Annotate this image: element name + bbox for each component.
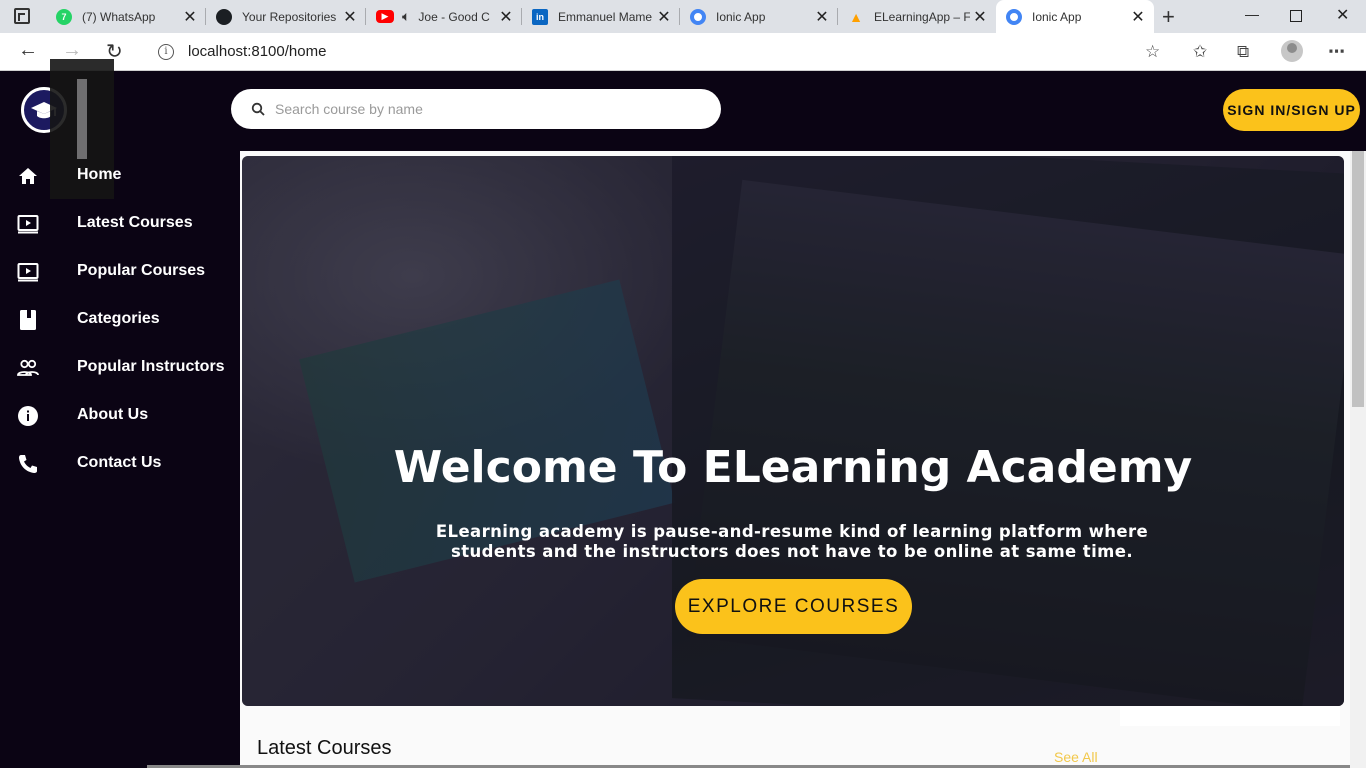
sidebar-item-label: Popular Courses [77, 262, 206, 279]
sidebar-item-label: Contact Us [77, 454, 162, 471]
whatsapp-icon: 7 [56, 8, 72, 25]
new-tab-icon[interactable]: + [1162, 4, 1175, 30]
see-all-link[interactable]: See All [1054, 749, 1098, 765]
youtube-icon: ▶ [376, 10, 394, 23]
video-icon [17, 263, 39, 282]
hero-banner: Welcome To ELearning Academy ELearning a… [242, 156, 1344, 706]
tab-title: Emmanuel Mame [558, 9, 653, 24]
linkedin-icon: in [532, 8, 548, 25]
favorites-icon[interactable]: ✩ [1193, 42, 1207, 62]
minimize-icon[interactable]: — [1245, 6, 1259, 22]
sidebar-item-label: Popular Instructors [77, 358, 225, 375]
browser-tab-firebase[interactable]: ▲ ELearningApp – F ✕ [838, 0, 996, 33]
browser-tab-ionic[interactable]: Ionic App ✕ [680, 0, 838, 33]
page-scrollbar[interactable] [1350, 151, 1366, 768]
sidebar-menu: Home Latest Courses Popular Courses Cate… [0, 151, 240, 487]
tab-title: Ionic App [1032, 9, 1082, 24]
sidebar-item-contact-us[interactable]: Contact Us [0, 439, 240, 487]
browser-tab-ionic-active[interactable]: Ionic App ✕ [996, 0, 1154, 33]
close-tab-icon[interactable]: ✕ [654, 7, 674, 27]
sidebar-item-label: Home [77, 166, 122, 183]
address-bar: ← → ↻ i localhost:8100/home ☆ ✩ ⧉ ⋯ [0, 33, 1366, 71]
course-search-bar[interactable] [231, 89, 721, 129]
sidebar-item-latest-courses[interactable]: Latest Courses [0, 199, 240, 247]
ionic-icon [1006, 8, 1022, 25]
ionic-icon [690, 8, 706, 25]
browser-tab-linkedin[interactable]: in Emmanuel Mame ✕ [522, 0, 680, 33]
speaker-icon[interactable]: 🔈︎ [402, 8, 410, 25]
close-tab-icon[interactable]: ✕ [496, 7, 516, 27]
phone-icon [19, 455, 37, 473]
site-info-icon[interactable]: i [158, 43, 174, 60]
search-icon [251, 102, 265, 116]
card-edge [1120, 706, 1340, 726]
close-tab-icon[interactable]: ✕ [812, 7, 832, 27]
people-icon [17, 359, 39, 376]
sidebar-item-categories[interactable]: Categories [0, 295, 240, 343]
main-content: Welcome To ELearning Academy ELearning a… [240, 151, 1350, 768]
app-root: SIGN IN/SIGN UP Home Latest Courses Popu… [0, 59, 1366, 768]
tab-title: ELearningApp – F [874, 9, 970, 24]
profile-avatar[interactable] [1281, 40, 1303, 62]
tab-actions-icon[interactable] [14, 8, 30, 24]
browser-tab-youtube[interactable]: ▶ 🔈︎ Joe - Good C ✕ [366, 0, 522, 33]
back-icon[interactable]: ← [18, 39, 38, 62]
tab-title: Joe - Good C [418, 9, 490, 24]
url-text: localhost:8100/home [188, 43, 327, 60]
close-window-icon[interactable]: ✕ [1336, 5, 1349, 25]
close-tab-icon[interactable]: ✕ [180, 7, 200, 27]
close-tab-icon[interactable]: ✕ [1128, 7, 1148, 27]
collections-icon[interactable]: ⧉ [1237, 42, 1249, 62]
sidebar-item-label: About Us [77, 406, 149, 423]
tab-title: Your Repositories [242, 9, 337, 24]
add-favorite-icon[interactable]: ☆ [1145, 42, 1160, 62]
hero-title: Welcome To ELearning Academy [393, 442, 1193, 493]
url-field[interactable]: i localhost:8100/home [144, 36, 1174, 67]
tab-title: Ionic App [716, 9, 766, 24]
sidebar-scroll-thumb[interactable] [77, 79, 87, 159]
page-scroll-thumb[interactable] [1352, 151, 1364, 407]
browser-tab-whatsapp[interactable]: 7 (7) WhatsApp ✕ [46, 0, 206, 33]
explore-courses-button[interactable]: EXPLORE COURSES [675, 579, 912, 634]
latest-courses-heading: Latest Courses [257, 737, 392, 759]
info-icon [18, 406, 38, 426]
close-tab-icon[interactable]: ✕ [340, 7, 360, 27]
sign-in-button[interactable]: SIGN IN/SIGN UP [1223, 89, 1360, 131]
browser-tab-bar: 7 (7) WhatsApp ✕ Your Repositories ✕ ▶ 🔈… [0, 0, 1366, 33]
hero-subtitle: ELearning academy is pause-and-resume ki… [435, 522, 1149, 561]
close-tab-icon[interactable]: ✕ [970, 7, 990, 27]
firebase-icon: ▲ [849, 8, 863, 25]
home-icon [19, 168, 37, 184]
sidebar-item-about-us[interactable]: About Us [0, 391, 240, 439]
search-input[interactable] [275, 101, 695, 117]
github-icon [216, 8, 232, 25]
sidebar-item-popular-instructors[interactable]: Popular Instructors [0, 343, 240, 391]
restore-icon[interactable] [1290, 10, 1302, 22]
sidebar-item-popular-courses[interactable]: Popular Courses [0, 247, 240, 295]
sidebar-item-home[interactable]: Home [0, 151, 240, 199]
video-icon [17, 215, 39, 234]
sidebar-item-label: Latest Courses [77, 214, 193, 231]
tab-title: (7) WhatsApp [82, 9, 156, 24]
more-options-icon[interactable]: ⋯ [1328, 42, 1345, 62]
sidebar-item-label: Categories [77, 310, 160, 327]
book-icon [20, 310, 36, 330]
browser-tab-github[interactable]: Your Repositories ✕ [206, 0, 366, 33]
